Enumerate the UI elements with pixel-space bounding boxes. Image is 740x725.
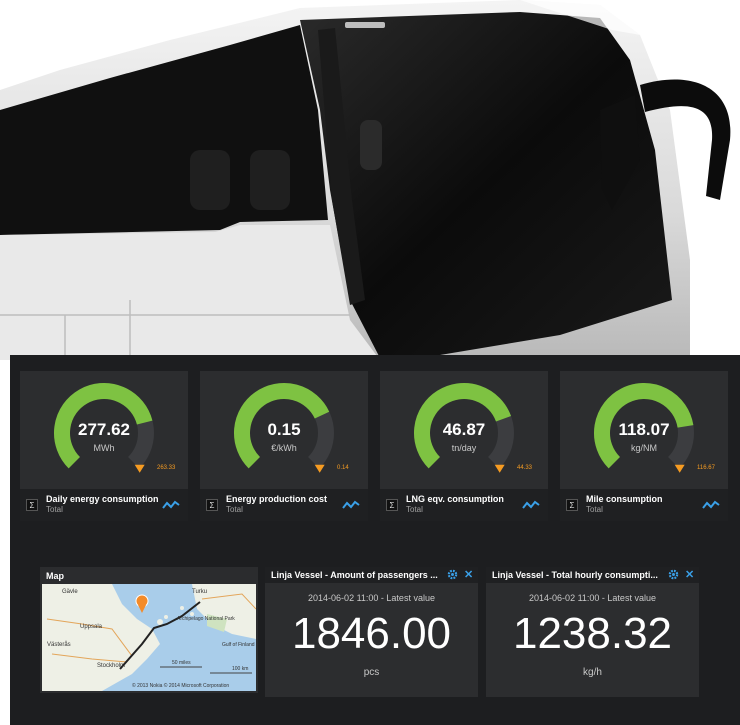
panel-header: Linja Vessel - Total hourly consumpti...… xyxy=(486,567,699,583)
gauge-unit: kg/NM xyxy=(630,443,657,453)
sigma-icon: Σ xyxy=(206,499,218,511)
map-label-vasteras: Västerås xyxy=(47,641,71,648)
panel-title: Linja Vessel - Total hourly consumpti... xyxy=(492,570,658,580)
map-title: Map xyxy=(46,571,64,581)
panel-value: 1238.32 xyxy=(512,609,673,658)
gauge-value: 118.07 xyxy=(618,420,670,439)
panel-timestamp: 2014-06-02 11:00 - Latest value xyxy=(308,593,435,603)
sigma-icon: Σ xyxy=(566,499,578,511)
gauge-unit: tn/day xyxy=(451,443,477,453)
gauge: 0.15 €/kWh 0.14 xyxy=(200,371,368,489)
gauge: 118.07 kg/NM 116.67 xyxy=(560,371,728,489)
gauge-title: Mile consumption xyxy=(586,494,663,504)
gauge-title: LNG eqv. consumption xyxy=(406,494,504,504)
panel-timestamp: 2014-06-02 11:00 - Latest value xyxy=(529,593,656,603)
close-icon[interactable]: ✕ xyxy=(685,568,694,581)
gauge-subtitle: Total xyxy=(406,505,423,514)
gauge: 277.62 MWh 263.33 xyxy=(20,371,188,489)
gauge-subtitle: Total xyxy=(586,505,603,514)
gauge-card-energy-cost[interactable]: 0.15 €/kWh 0.14 Σ Energy production cost… xyxy=(200,371,368,521)
passengers-panel: Linja Vessel - Amount of passengers ... … xyxy=(265,567,478,697)
panel-title: Linja Vessel - Amount of passengers ... xyxy=(271,570,438,580)
gauge: 46.87 tn/day 44.33 xyxy=(380,371,548,489)
map-scale-miles: 50 miles xyxy=(172,660,191,666)
trend-chart-icon[interactable] xyxy=(702,499,720,511)
map-drawing: Gävle Turku Uppsala Västerås Stockholm A… xyxy=(42,584,256,691)
gear-icon[interactable] xyxy=(447,569,458,580)
map-label-archipelago: Archipelago National Park xyxy=(177,616,235,622)
gauge-card-daily-energy[interactable]: 277.62 MWh 263.33 Σ Daily energy consump… xyxy=(20,371,188,521)
gauge-target-value: 116.67 xyxy=(697,465,715,471)
gauge-unit: MWh xyxy=(93,443,115,453)
bus-hero-image xyxy=(0,0,731,360)
panel-value: 1846.00 xyxy=(291,609,452,658)
gauge-title: Daily energy consumption xyxy=(46,494,159,504)
gauge-value: 277.62 xyxy=(78,420,130,439)
gauge-subtitle: Total xyxy=(46,505,63,514)
dashboard: 277.62 MWh 263.33 Σ Daily energy consump… xyxy=(10,355,740,725)
gauge-footer: Σ Mile consumption Total xyxy=(560,489,728,521)
map-label-uppsala: Uppsala xyxy=(80,624,103,630)
gauge-title: Energy production cost xyxy=(226,494,328,504)
gauge-value: 0.15 xyxy=(267,420,301,439)
map-label-gulf-of-finland: Gulf of Finland xyxy=(222,642,255,648)
trend-chart-icon[interactable] xyxy=(522,499,540,511)
gauge-footer: Σ Daily energy consumption Total xyxy=(20,489,188,521)
gauge-subtitle: Total xyxy=(226,505,243,514)
map-scale-km: 100 km xyxy=(232,666,248,672)
map-panel: Map Gävle Turku Uppsala Västerås Stockho… xyxy=(40,567,258,693)
panel-unit: pcs xyxy=(363,667,380,678)
map-view[interactable]: Gävle Turku Uppsala Västerås Stockholm A… xyxy=(42,584,256,691)
sigma-icon: Σ xyxy=(386,499,398,511)
gauge-footer: Σ LNG eqv. consumption Total xyxy=(380,489,548,521)
gauge-card-lng-consumption[interactable]: 46.87 tn/day 44.33 Σ LNG eqv. consumptio… xyxy=(380,371,548,521)
hourly-consumption-panel: Linja Vessel - Total hourly consumpti...… xyxy=(486,567,699,697)
map-label-gavle: Gävle xyxy=(62,589,78,595)
sigma-icon: Σ xyxy=(26,499,38,511)
map-copyright: © 2013 Nokia © 2014 Microsoft Corporatio… xyxy=(132,682,229,689)
map-label-stockholm: Stockholm xyxy=(97,663,125,669)
gauge-target-value: 0.14 xyxy=(337,465,349,471)
close-icon[interactable]: ✕ xyxy=(464,568,473,581)
gauge-footer: Σ Energy production cost Total xyxy=(200,489,368,521)
gauge-unit: €/kWh xyxy=(271,443,297,453)
gauge-value: 46.87 xyxy=(442,420,486,439)
trend-chart-icon[interactable] xyxy=(342,499,360,511)
gear-icon[interactable] xyxy=(668,569,679,580)
gauge-card-mile-consumption[interactable]: 118.07 kg/NM 116.67 Σ Mile consumption T… xyxy=(560,371,728,521)
panel-unit: kg/h xyxy=(583,667,602,678)
panel-header: Linja Vessel - Amount of passengers ... … xyxy=(265,567,478,583)
gauge-target-value: 44.33 xyxy=(517,465,533,471)
trend-chart-icon[interactable] xyxy=(162,499,180,511)
map-label-turku: Turku xyxy=(192,589,207,595)
gauge-target-value: 263.33 xyxy=(157,465,176,471)
